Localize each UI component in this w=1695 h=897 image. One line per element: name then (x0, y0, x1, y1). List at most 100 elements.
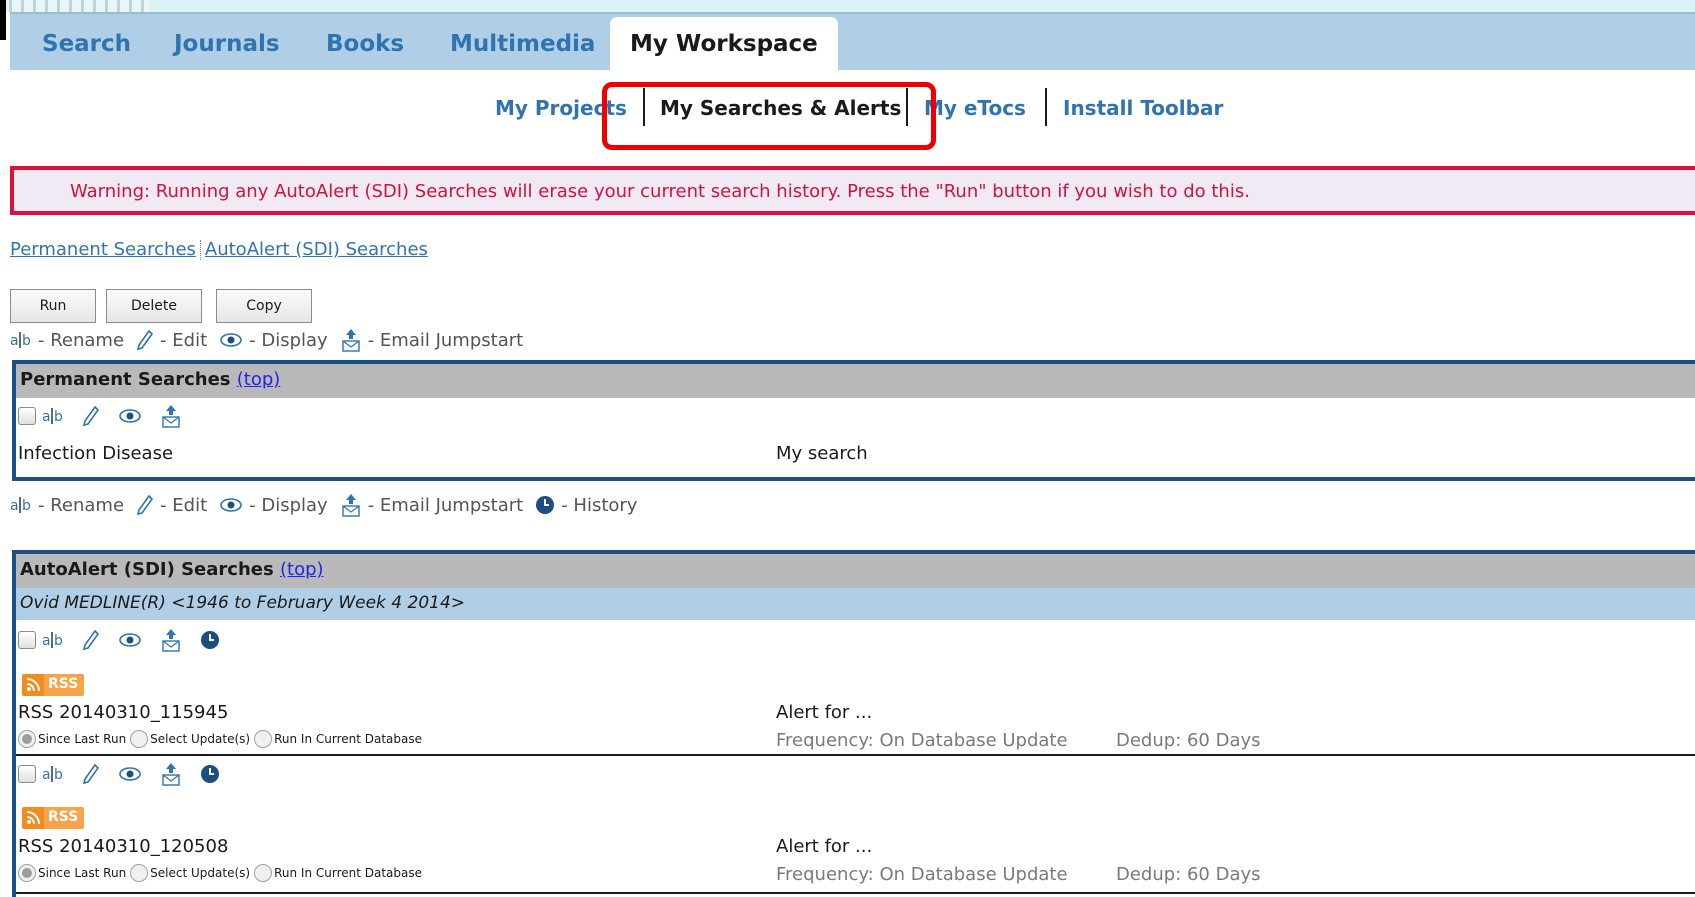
svg-text:b: b (54, 767, 63, 783)
warning-banner: Warning: Running any AutoAlert (SDI) Sea… (10, 166, 1695, 215)
legend-email-text: - Email Jumpstart (367, 494, 524, 516)
alert-dedup: Dedup: 60 Days (1116, 864, 1261, 885)
alert-comment: Alert for ... (776, 702, 873, 723)
rss-button[interactable]: RSS (22, 807, 85, 829)
rename-icon: ab (10, 495, 32, 515)
eye-icon[interactable] (118, 764, 142, 784)
search-name[interactable]: Infection Disease (18, 443, 173, 464)
eye-icon (219, 495, 243, 515)
eye-icon[interactable] (118, 630, 142, 650)
alert-name[interactable]: RSS 20140310_115945 (18, 702, 228, 723)
copy-button[interactable]: Copy (216, 289, 312, 323)
rss-label: RSS (44, 674, 85, 696)
history-icon[interactable] (200, 630, 220, 650)
legend-email-text: - Email Jumpstart (367, 329, 524, 351)
radio-label: Run In Current Database (274, 866, 423, 880)
email-jumpstart-icon (340, 328, 362, 352)
radio-label: Since Last Run (38, 732, 127, 746)
rename-icon[interactable]: ab (42, 406, 64, 426)
rss-icon (22, 807, 44, 829)
radio-run-current-db[interactable] (254, 864, 273, 882)
tab-multimedia[interactable]: Multimedia (450, 31, 595, 57)
svg-text:b: b (54, 633, 63, 649)
svg-text:a: a (42, 409, 51, 425)
svg-text:b: b (22, 498, 31, 514)
panel-bottom-border (12, 477, 1695, 481)
radio-label: Run In Current Database (274, 732, 423, 746)
main-tab-bar: Search Journals Books Multimedia My Work… (10, 12, 1695, 72)
tab-my-workspace[interactable]: My Workspace (610, 17, 838, 72)
alert-actions: ab (16, 622, 1695, 658)
rename-icon[interactable]: ab (42, 764, 64, 784)
subnav-separator (1045, 88, 1047, 126)
link-autoalert-searches[interactable]: AutoAlert (SDI) Searches (205, 239, 428, 260)
permanent-searches-header: Permanent Searches (top) (16, 364, 1695, 398)
run-options: Since Last Run Select Update(s) Run In C… (18, 730, 422, 748)
pencil-icon[interactable] (82, 629, 100, 651)
tab-search[interactable]: Search (42, 31, 131, 57)
permanent-searches-panel: Permanent Searches (top) ab Infection Di… (12, 360, 1695, 477)
email-jumpstart-icon[interactable] (160, 628, 182, 652)
delete-button[interactable]: Delete (106, 289, 202, 323)
radio-select-updates[interactable] (130, 730, 149, 748)
pencil-icon (136, 329, 154, 351)
svg-text:a: a (42, 767, 51, 783)
radio-label: Select Update(s) (150, 732, 251, 746)
icon-legend: ab - Rename - Edit - Display - Email Jum… (10, 328, 535, 352)
legend-rename-text: - Rename (38, 494, 125, 516)
subnav-my-etocs[interactable]: My eTocs (924, 96, 1026, 120)
rename-icon[interactable]: ab (42, 630, 64, 650)
svg-text:a: a (10, 333, 19, 349)
svg-text:b: b (22, 333, 31, 349)
icon-legend-autoalert: ab - Rename - Edit - Display - Email Jum… (10, 493, 649, 517)
select-checkbox[interactable] (18, 631, 36, 649)
select-checkbox[interactable] (18, 765, 36, 783)
radio-label: Select Update(s) (150, 866, 251, 880)
annotation-highlight-box (602, 82, 936, 150)
eye-icon (219, 330, 243, 350)
subnav-install-toolbar[interactable]: Install Toolbar (1063, 96, 1223, 120)
run-options: Since Last Run Select Update(s) Run In C… (18, 864, 422, 882)
row-divider (16, 754, 1695, 756)
email-jumpstart-icon (340, 493, 362, 517)
legend-edit-text: - Edit (160, 494, 208, 516)
top-link[interactable]: (top) (280, 559, 324, 580)
eye-icon[interactable] (118, 406, 142, 426)
alert-name[interactable]: RSS 20140310_120508 (18, 836, 228, 857)
link-permanent-searches[interactable]: Permanent Searches (10, 239, 196, 260)
tab-books[interactable]: Books (326, 31, 404, 57)
pencil-icon (136, 494, 154, 516)
alert-actions: ab (16, 756, 238, 792)
radio-since-last-run[interactable] (18, 730, 36, 748)
legend-history-text: - History (561, 494, 638, 516)
radio-since-last-run[interactable] (18, 864, 36, 882)
window-top-strip (0, 0, 1695, 40)
history-icon[interactable] (200, 764, 220, 784)
email-jumpstart-icon[interactable] (160, 404, 182, 428)
pencil-icon[interactable] (82, 405, 100, 427)
window-top-decoration (0, 0, 150, 12)
top-link[interactable]: (top) (237, 369, 281, 390)
svg-text:b: b (54, 409, 63, 425)
alert-frequency: Frequency: On Database Update (776, 730, 1068, 751)
select-checkbox[interactable] (18, 407, 36, 425)
search-comment: My search (776, 443, 868, 464)
history-icon (535, 495, 555, 515)
pencil-icon[interactable] (82, 763, 100, 785)
run-button[interactable]: Run (10, 289, 96, 323)
email-jumpstart-icon[interactable] (160, 762, 182, 786)
window-edge (0, 0, 6, 40)
panel-bottom-border (16, 892, 1695, 894)
panel-title: Permanent Searches (20, 369, 231, 390)
legend-display-text: - Display (249, 494, 328, 516)
legend-edit-text: - Edit (160, 329, 208, 351)
rss-icon (22, 674, 44, 696)
svg-text:a: a (10, 498, 19, 514)
rss-button[interactable]: RSS (22, 674, 85, 696)
tab-journals[interactable]: Journals (174, 31, 280, 57)
panel-title: AutoAlert (SDI) Searches (20, 559, 274, 580)
radio-label: Since Last Run (38, 866, 127, 880)
radio-run-current-db[interactable] (254, 730, 273, 748)
alert-dedup: Dedup: 60 Days (1116, 730, 1261, 751)
radio-select-updates[interactable] (130, 864, 149, 882)
